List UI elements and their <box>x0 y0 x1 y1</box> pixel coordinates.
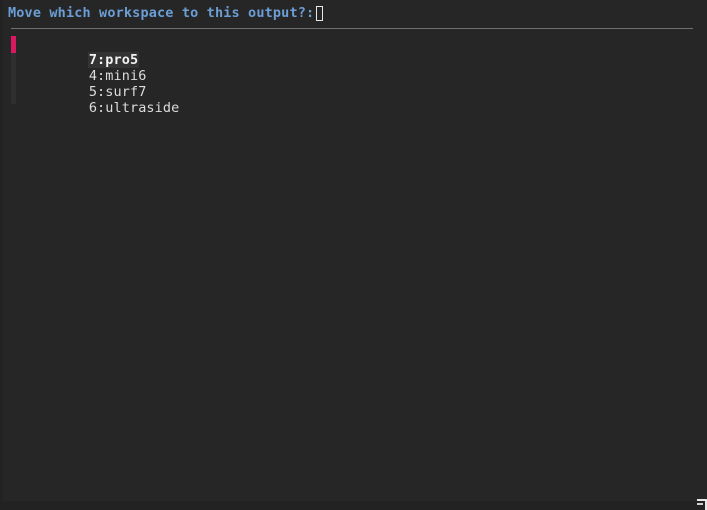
list-item-workspace[interactable]: 7:pro5 <box>22 36 682 68</box>
resize-grip-icon[interactable] <box>695 495 707 510</box>
text-cursor <box>316 5 324 21</box>
workspace-result-list: 7:pro5 4:mini6 5:surf7 6:ultraside <box>22 36 682 116</box>
list-item-label: 7:pro5 <box>87 52 140 68</box>
list-item-label: 6:ultraside <box>88 100 180 116</box>
prompt-separator <box>11 28 693 29</box>
scrollbar-track[interactable] <box>11 36 16 104</box>
list-item-label: 5:surf7 <box>88 84 147 100</box>
window-bottom-strip <box>0 501 707 510</box>
resize-grip-line-inner <box>697 503 703 505</box>
scrollbar-thumb[interactable] <box>11 36 16 53</box>
list-item-label: 4:mini6 <box>88 68 147 84</box>
prompt-row[interactable]: Move which workspace to this output?: <box>8 0 698 26</box>
prompt-label: Move which workspace to this output?: <box>8 5 315 21</box>
launcher-panel: Move which workspace to this output?: 7:… <box>3 0 707 501</box>
launcher-window: Move which workspace to this output?: 7:… <box>0 0 707 510</box>
